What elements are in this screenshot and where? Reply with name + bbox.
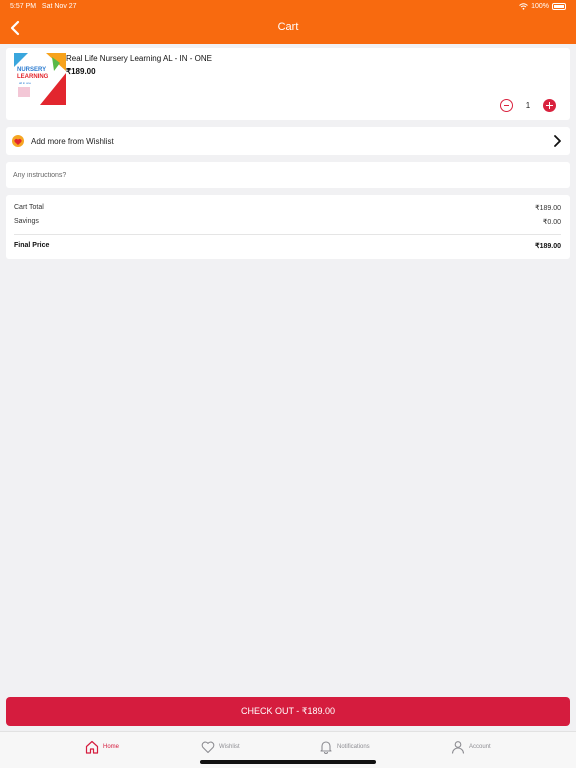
wishlist-heart-icon xyxy=(12,135,24,147)
instructions-input[interactable] xyxy=(13,168,561,182)
battery-percent: 100% xyxy=(531,3,549,10)
cart-total-row: Cart Total ₹189.00 xyxy=(14,204,561,212)
tab-notifications[interactable]: Notifications xyxy=(319,738,370,756)
cover-title-top: NURSERY xyxy=(17,67,46,73)
status-time: 5:57 PM Sat Nov 27 xyxy=(10,3,77,10)
wishlist-link-label: Add more from Wishlist xyxy=(31,137,114,146)
savings-label: Savings xyxy=(14,218,39,225)
cart-total-label: Cart Total xyxy=(14,204,44,211)
status-right: 100% xyxy=(519,3,566,10)
tab-notifications-label: Notifications xyxy=(337,744,370,750)
savings-value: ₹0.00 xyxy=(542,219,561,226)
status-bar: 5:57 PM Sat Nov 27 100% xyxy=(0,0,576,14)
price-summary: Cart Total ₹189.00 Savings ₹0.00 Final P… xyxy=(6,195,570,259)
cover-subtitle: all in one xyxy=(19,81,31,85)
decrease-quantity-button[interactable] xyxy=(500,99,513,112)
savings-row: Savings ₹0.00 xyxy=(14,218,561,226)
header-bar: 5:57 PM Sat Nov 27 100% Cart xyxy=(0,0,576,44)
cart-total-value: ₹189.00 xyxy=(535,205,561,212)
chevron-right-icon xyxy=(554,135,561,147)
product-name[interactable]: Real Life Nursery Learning AL - IN - ONE xyxy=(66,54,212,63)
add-from-wishlist-row[interactable]: Add more from Wishlist xyxy=(6,127,570,155)
nav-bar: Cart xyxy=(0,14,576,44)
tab-home[interactable]: Home xyxy=(85,738,119,756)
summary-divider xyxy=(14,234,561,235)
checkout-button[interactable]: CHECK OUT - ₹189.00 xyxy=(6,697,570,726)
tab-wishlist[interactable]: Wishlist xyxy=(201,738,240,756)
product-image[interactable]: NURSERY LEARNING all in one xyxy=(14,53,66,105)
home-indicator xyxy=(200,760,376,764)
battery-icon xyxy=(552,3,566,10)
cover-title-bottom: LEARNING xyxy=(17,74,49,80)
instructions-card xyxy=(6,162,570,188)
home-icon xyxy=(85,740,99,754)
bell-icon xyxy=(320,741,332,754)
product-price: ₹189.00 xyxy=(66,67,96,76)
final-price-row: Final Price ₹189.00 xyxy=(14,242,561,250)
status-date: Sat Nov 27 xyxy=(41,3,77,10)
wifi-icon xyxy=(519,3,528,10)
tab-account-label: Account xyxy=(469,744,491,750)
cart-item-card: NURSERY LEARNING all in one Real Life Nu… xyxy=(6,48,570,120)
tab-home-label: Home xyxy=(103,744,120,750)
person-icon xyxy=(451,741,465,754)
quantity-value: 1 xyxy=(525,101,531,110)
final-price-value: ₹189.00 xyxy=(535,243,561,250)
increase-quantity-button[interactable] xyxy=(543,99,556,112)
page-title: Cart xyxy=(277,21,299,33)
final-price-label: Final Price xyxy=(14,242,50,249)
tab-wishlist-label: Wishlist xyxy=(219,744,240,750)
heart-icon xyxy=(201,741,215,754)
tab-account[interactable]: Account xyxy=(451,738,491,756)
